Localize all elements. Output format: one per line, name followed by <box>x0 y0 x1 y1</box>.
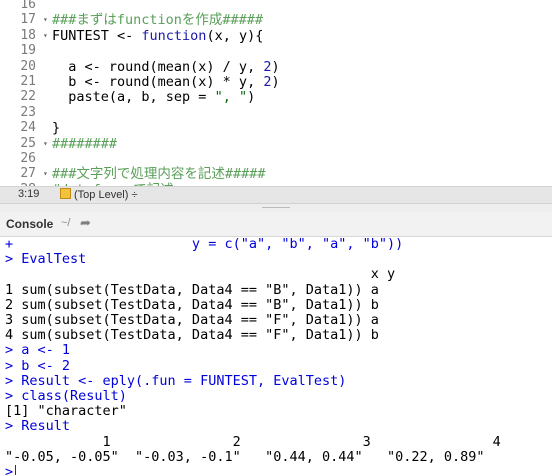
code-text: paste(a, b, sep = ", ") <box>52 89 255 105</box>
scope-label: (Top Level) <box>74 189 129 201</box>
code-token: ###まずはfunctionを作成##### <box>52 12 264 29</box>
prompt-symbol: > <box>5 464 14 475</box>
code-token: ) <box>271 58 280 75</box>
line-number: 22 <box>20 89 36 105</box>
pane-splitter[interactable] <box>0 204 552 212</box>
code-token: a <- round(mean(x) / y, <box>52 58 264 75</box>
console-line: "-0.05, -0.05" "-0.03, -0.1" "0.44, 0.44… <box>5 448 485 465</box>
console-line: 3 sum(subset(TestData, Data4 == "F", Dat… <box>5 312 379 328</box>
console-line: > class(Result) <box>5 388 127 404</box>
console-line: > EvalTest <box>5 251 87 268</box>
editor-line[interactable]: 17 ▾ ###まずはfunctionを作成##### <box>0 12 552 28</box>
console-tab-bar: Console ~/ ➦ <box>0 212 552 237</box>
editor-line[interactable]: 27 ▾ ###文字列で処理内容を記述##### <box>0 166 552 182</box>
code-text: a <- round(mean(x) / y, 2) <box>52 58 280 75</box>
code-token: (x, y){ <box>206 27 264 44</box>
line-number: 21 <box>20 74 36 89</box>
editor-line[interactable]: 21 b <- round(mean(x) * y, 2) <box>0 74 552 90</box>
console-line: 4 sum(subset(TestData, Data4 == "F", Dat… <box>5 327 379 344</box>
code-text: } <box>52 120 60 136</box>
code-token: paste(a, b, sep = <box>52 89 215 106</box>
editor-line[interactable]: 24} <box>0 120 552 136</box>
console-line: 1 2 3 4 <box>5 433 501 450</box>
working-directory: ~/ <box>61 217 71 229</box>
console-line: x y <box>5 266 396 283</box>
splitter-grip[interactable] <box>262 207 290 210</box>
editor-status-bar: 3:19 (Top Level) ÷ <box>0 186 552 204</box>
console-line: > b <- 2 <box>5 357 71 374</box>
console-line: > Result <- eply(.fun = FUNTEST, EvalTes… <box>5 372 347 389</box>
code-token: } <box>52 120 61 137</box>
fold-toggle-icon[interactable]: ▾ <box>43 136 48 152</box>
line-number: 25 <box>20 135 36 151</box>
code-token: ###文字列で処理内容を記述##### <box>52 166 266 183</box>
code-text: ###文字列で処理内容を記述##### <box>52 166 266 182</box>
line-number: 17 <box>20 12 36 28</box>
scope-icon <box>60 188 71 199</box>
editor-line[interactable]: 26 <box>0 151 552 167</box>
code-token: b <- round(mean(x) * y, <box>52 74 264 90</box>
editor-line[interactable]: 22 paste(a, b, sep = ", ") <box>0 89 552 105</box>
go-to-directory-icon[interactable]: ➦ <box>80 215 91 231</box>
line-number: 20 <box>20 58 36 74</box>
console-line: [1] "character" <box>5 403 127 420</box>
source-editor[interactable]: 16 17 ▾ ###まずはfunctionを作成##### 18 ▾ FUNTEST <-… <box>0 0 552 186</box>
code-token: function <box>141 27 207 44</box>
editor-line[interactable]: 23 <box>0 105 552 121</box>
cursor-position: 3:19 <box>18 188 40 200</box>
line-number: 19 <box>20 43 36 59</box>
line-number: 26 <box>20 151 36 166</box>
console-line: > Result <box>5 418 71 435</box>
code-token: ) <box>271 74 280 90</box>
line-number: 16 <box>20 0 36 12</box>
editor-line[interactable]: 19 <box>0 43 552 59</box>
code-token: ) <box>247 89 256 106</box>
scope-selector[interactable]: (Top Level) ÷ <box>60 188 138 201</box>
console-line: 1 sum(subset(TestData, Data4 == "B", Dat… <box>5 281 379 298</box>
code-token: ######## <box>52 135 118 152</box>
code-text: ###まずはfunctionを作成##### <box>52 12 263 28</box>
editor-line[interactable]: 20 a <- round(mean(x) / y, 2) <box>0 59 552 75</box>
editor-line[interactable]: 18 ▾ FUNTEST <- function(x, y){ <box>0 28 552 44</box>
console-tab-title[interactable]: Console <box>6 217 53 231</box>
editor-line[interactable]: 16 <box>0 0 552 13</box>
line-number: 24 <box>20 120 36 136</box>
text-cursor <box>15 465 17 475</box>
console-line: > a <- 1 <box>5 342 71 359</box>
line-number: 23 <box>20 104 36 120</box>
console-line: + y = c("a", "b", "a", "b")) <box>5 237 404 252</box>
editor-line[interactable]: 25 ▾ ######## <box>0 136 552 152</box>
fold-toggle-icon[interactable]: ▾ <box>43 166 48 182</box>
scope-caret-icon: ÷ <box>131 189 138 201</box>
line-number: 27 <box>20 166 36 182</box>
console-line: 2 sum(subset(TestData, Data4 == "B", Dat… <box>5 296 379 313</box>
code-token: FUNTEST <- <box>52 27 142 44</box>
fold-toggle-icon[interactable]: ▾ <box>43 12 48 28</box>
console-output[interactable]: + y = c("a", "b", "a", "b")) > EvalTest x… <box>0 237 552 475</box>
code-text: b <- round(mean(x) * y, 2) <box>52 74 280 90</box>
fold-toggle-icon[interactable]: ▾ <box>43 28 48 44</box>
console-prompt[interactable]: > <box>5 464 17 475</box>
code-token: ", " <box>214 89 248 106</box>
code-text: ######## <box>52 136 117 152</box>
code-text: FUNTEST <- function(x, y){ <box>52 28 263 44</box>
line-number: 18 <box>20 27 36 43</box>
